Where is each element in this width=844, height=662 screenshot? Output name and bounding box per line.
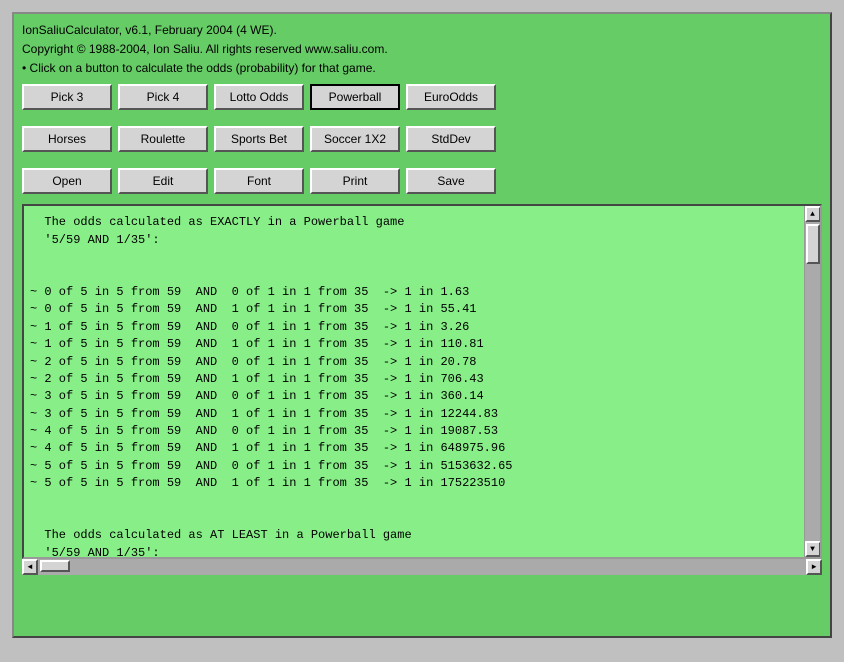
scroll-thumb-v[interactable]: [806, 224, 820, 264]
output-text[interactable]: The odds calculated as EXACTLY in a Powe…: [24, 206, 804, 557]
horizontal-scrollbar-row: ◄ ►: [22, 559, 822, 575]
main-window: IonSaliuCalculator, v6.1, February 2004 …: [12, 12, 832, 638]
font-button[interactable]: Font: [214, 168, 304, 194]
euroodds-button[interactable]: EuroOdds: [406, 84, 496, 110]
header-line3: • Click on a button to calculate the odd…: [22, 60, 822, 77]
scroll-track-h[interactable]: [38, 559, 806, 575]
header-line1: IonSaliuCalculator, v6.1, February 2004 …: [22, 22, 822, 39]
button-row-2: HorsesRouletteSports BetSoccer 1X2StdDev: [22, 126, 822, 152]
button-row-1: Pick 3Pick 4Lotto OddsPowerballEuroOdds: [22, 84, 822, 110]
scroll-right-button[interactable]: ►: [806, 559, 822, 575]
scroll-down-button[interactable]: ▼: [805, 541, 821, 557]
print-button[interactable]: Print: [310, 168, 400, 194]
scroll-track-v[interactable]: [805, 222, 820, 541]
roulette-button[interactable]: Roulette: [118, 126, 208, 152]
scroll-thumb-h[interactable]: [40, 560, 70, 572]
soccer-button[interactable]: Soccer 1X2: [310, 126, 400, 152]
save-button[interactable]: Save: [406, 168, 496, 194]
edit-button[interactable]: Edit: [118, 168, 208, 194]
header-line2: Copyright © 1988-2004, Ion Saliu. All ri…: [22, 41, 822, 58]
lotto-odds-button[interactable]: Lotto Odds: [214, 84, 304, 110]
output-container: The odds calculated as EXACTLY in a Powe…: [22, 204, 822, 559]
scroll-left-button[interactable]: ◄: [22, 559, 38, 575]
powerball-button[interactable]: Powerball: [310, 84, 400, 110]
scroll-up-button[interactable]: ▲: [805, 206, 821, 222]
horses-button[interactable]: Horses: [22, 126, 112, 152]
pick4-button[interactable]: Pick 4: [118, 84, 208, 110]
stddev-button[interactable]: StdDev: [406, 126, 496, 152]
vertical-scrollbar[interactable]: ▲ ▼: [804, 206, 820, 557]
open-button[interactable]: Open: [22, 168, 112, 194]
sports-bet-button[interactable]: Sports Bet: [214, 126, 304, 152]
pick3-button[interactable]: Pick 3: [22, 84, 112, 110]
button-row-3: OpenEditFontPrintSave: [22, 168, 822, 194]
